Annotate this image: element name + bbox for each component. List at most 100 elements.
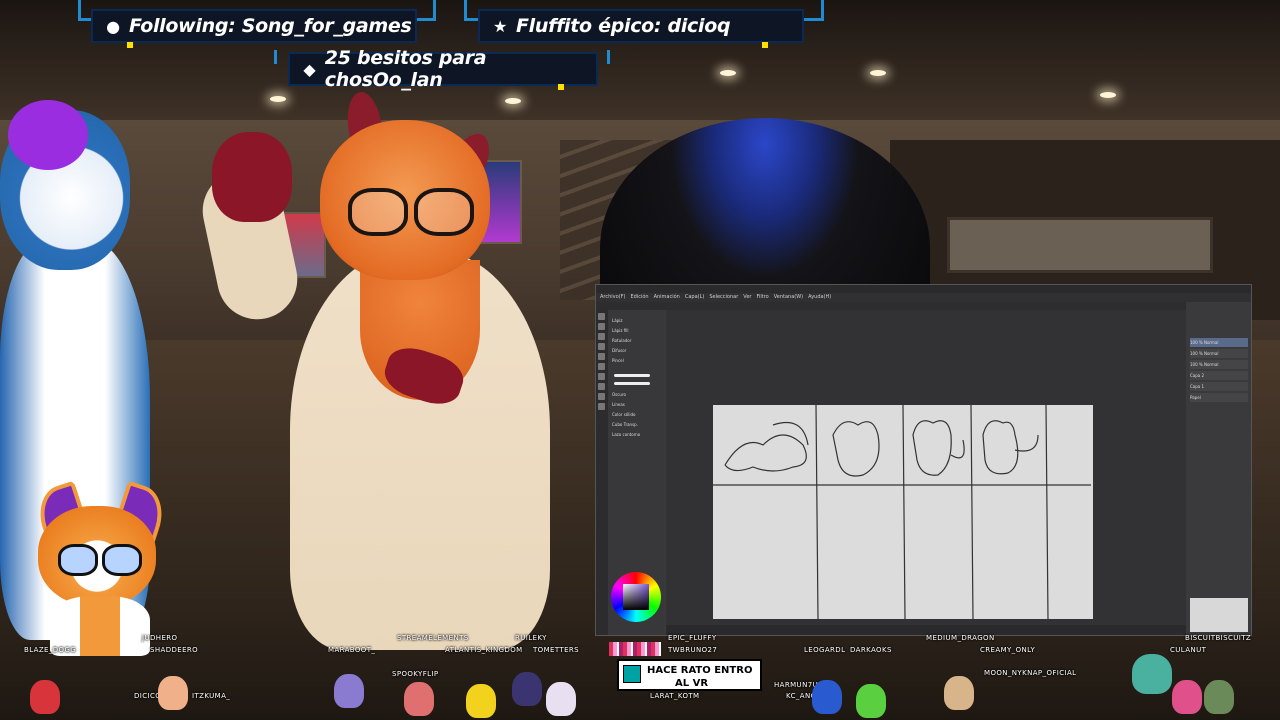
ceiling-light	[1100, 92, 1116, 98]
alert-following-text: Following: Song_for_games	[129, 15, 412, 37]
subtool-item[interactable]: Difusor	[612, 346, 662, 355]
viewer-name: BISCUITBISCUITZ	[1185, 634, 1252, 642]
subtool-item[interactable]: Líneas	[612, 400, 662, 409]
layer-item[interactable]: 100 % Normal	[1190, 338, 1248, 347]
viewer-name: SPOOKYFLIP	[392, 670, 439, 678]
command-bar[interactable]	[596, 302, 1251, 310]
viewer-name: STREAMELEMENTS	[397, 634, 469, 642]
viewer-name: MOON_NYKNAP_OFICIAL	[984, 669, 1077, 677]
viewer-critter	[944, 676, 974, 710]
select-tool-icon[interactable]	[598, 353, 605, 360]
menu-item[interactable]: Animación	[654, 293, 680, 302]
viewer-critter	[334, 674, 364, 708]
layer-item[interactable]: Capa 1	[1190, 382, 1248, 391]
sketch-canvas[interactable]	[713, 405, 1093, 619]
layer-item[interactable]: Papel	[1190, 393, 1248, 402]
alert-besitos: ◆ 25 besitos para chosOo_lan	[290, 47, 596, 91]
alert-following: ● Following: Song_for_games	[93, 11, 415, 48]
subtool-item[interactable]: Color sólido	[612, 410, 662, 419]
subtool-item[interactable]: Pincel	[612, 356, 662, 365]
viewer-critter	[856, 684, 886, 718]
move-tool-icon[interactable]	[598, 363, 605, 370]
brush-preview	[614, 374, 650, 377]
chat-message-line: HACE RATO ENTRO	[647, 665, 753, 676]
viewer-name: TWBRUNO27	[668, 646, 718, 654]
viewer-name: BLAZE_DOGG	[24, 646, 77, 654]
alert-fluffito: ★ Fluffito épico: dicioq	[480, 11, 802, 48]
menu-bar: Archivo(F) Edición Animación Capa(L) Sel…	[596, 293, 1251, 302]
pen-tool-icon[interactable]	[598, 313, 605, 320]
subtool-item[interactable]: Oscuro	[612, 390, 662, 399]
viewer-name: MARABOOT_	[328, 646, 376, 654]
viewer-name: SHADDEERO	[150, 646, 199, 654]
viewer-critter	[1132, 654, 1172, 694]
text-tool-icon[interactable]	[598, 393, 605, 400]
sketch-drawing	[713, 405, 1091, 619]
tool-palette[interactable]	[596, 310, 608, 635]
viewer-critter	[512, 672, 542, 706]
menu-item[interactable]: Ver	[743, 293, 751, 302]
viewer-critter	[1172, 680, 1202, 714]
menu-item[interactable]: Capa(L)	[685, 293, 704, 302]
viewer-critter	[1204, 680, 1234, 714]
subtool-item[interactable]: Lápiz	[612, 316, 662, 325]
subtool-item[interactable]: Cubo Transp.	[612, 420, 662, 429]
viewer-critter	[466, 684, 496, 718]
layer-item[interactable]: 100 % Normal	[1190, 360, 1248, 369]
hand-tool-icon[interactable]	[598, 383, 605, 390]
wolf-avatar-hair	[8, 100, 88, 170]
star-icon: ★	[492, 16, 508, 36]
menu-item[interactable]: Ayuda(H)	[808, 293, 831, 302]
chat-avatar-icon	[623, 665, 641, 683]
viewer-name: ITZKUMA_	[192, 692, 231, 700]
user-icon: ●	[106, 16, 120, 36]
layer-panel[interactable]: 100 % Normal 100 % Normal 100 % Normal C…	[1186, 302, 1251, 635]
alert-accent	[558, 84, 564, 90]
viewer-critter	[30, 680, 60, 714]
window-titlebar[interactable]	[596, 285, 1251, 293]
chibi-vtuber-avatar	[31, 480, 171, 656]
fox-avatar-paw	[212, 132, 292, 222]
subtool-item[interactable]: Rotulador	[612, 336, 662, 345]
alert-besitos-text: 25 besitos para chosOo_lan	[324, 47, 487, 91]
viewer-critter	[158, 676, 188, 710]
ceiling-light	[720, 70, 736, 76]
viewer-name: RUILEKY	[515, 634, 547, 642]
layer-item[interactable]: 100 % Normal	[1190, 349, 1248, 358]
ceiling-light	[505, 98, 521, 104]
subtool-panel[interactable]: Lápiz Lápiz fill Rotulador Difusor Pince…	[608, 310, 664, 656]
color-palette[interactable]	[609, 642, 661, 656]
viewer-name: LARAT_KOTM	[650, 692, 700, 700]
fill-tool-icon[interactable]	[598, 343, 605, 350]
zoom-tool-icon[interactable]	[598, 373, 605, 380]
menu-item[interactable]: Edición	[630, 293, 648, 302]
viewer-name: ATLANTIS_KINGDOM	[445, 646, 523, 654]
subtool-item[interactable]: Lápiz fill	[612, 326, 662, 335]
viewer-name: JUDHERO	[142, 634, 178, 642]
eraser-tool-icon[interactable]	[598, 323, 605, 330]
viewer-name: CULANUT	[1170, 646, 1207, 654]
chat-message: HACE RATO ENTRO AL VR	[617, 659, 762, 691]
alert-accent	[127, 42, 133, 48]
menu-item[interactable]: Ventana(W)	[774, 293, 803, 302]
menu-item[interactable]: Filtro	[756, 293, 768, 302]
menu-item[interactable]: Seleccionar	[709, 293, 738, 302]
alert-accent	[762, 42, 768, 48]
menu-item[interactable]: Archivo(F)	[600, 293, 625, 302]
brush-preview	[614, 382, 650, 385]
viewer-critter	[812, 680, 842, 714]
eyedropper-tool-icon[interactable]	[598, 403, 605, 410]
color-wheel[interactable]	[611, 572, 661, 622]
alert-fluffito-text: Fluffito épico: dicioq	[516, 15, 731, 37]
fox-avatar-glasses	[344, 188, 474, 236]
layer-item[interactable]: Capa 2	[1190, 371, 1248, 380]
viewer-critter	[546, 682, 576, 716]
viewer-name: DARKAOKS	[850, 646, 892, 654]
navigator-preview[interactable]	[1190, 598, 1248, 632]
subtool-item[interactable]: Lazo contorno	[612, 430, 662, 439]
ceiling-light	[870, 70, 886, 76]
viewer-name: EPIC_FLUFFY	[668, 634, 717, 642]
brush-tool-icon[interactable]	[598, 333, 605, 340]
ceiling-light	[270, 96, 286, 102]
viewer-name: CREAMY_ONLY	[980, 646, 1036, 654]
